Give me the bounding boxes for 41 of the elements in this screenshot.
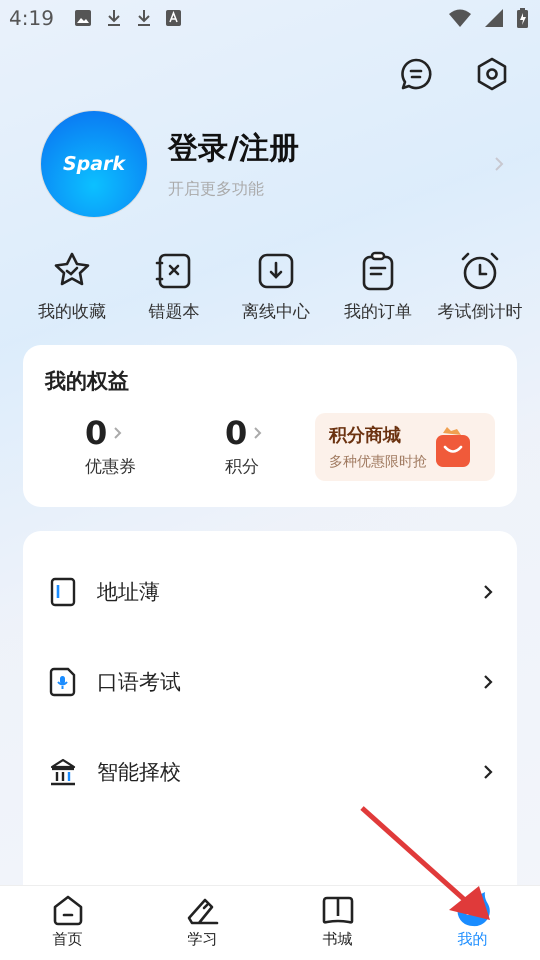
- bank-icon: [49, 757, 77, 787]
- menu-item[interactable]: 地址薄: [97, 578, 463, 606]
- benefits-title: 我的权益: [45, 368, 130, 395]
- message-icon[interactable]: [398, 56, 434, 92]
- stat-value[interactable]: 0: [85, 416, 108, 448]
- shortcut-label[interactable]: 我的订单: [344, 300, 412, 323]
- chevron-icon: [483, 674, 493, 690]
- stat-value[interactable]: 0: [225, 416, 248, 448]
- stat-label: 积分: [225, 456, 260, 478]
- menu-item[interactable]: 智能择校: [97, 758, 463, 786]
- menu-item[interactable]: 口语考试: [97, 668, 463, 696]
- wifi-icon: [449, 9, 471, 27]
- chevron-icon: [113, 426, 122, 440]
- shortcut-label[interactable]: 我的收藏: [38, 300, 106, 323]
- stat-label: 优惠券: [85, 456, 137, 478]
- chevron-icon: [494, 156, 504, 172]
- profile-subtitle: 开启更多功能: [168, 179, 265, 200]
- promo-subtitle: 多种优惠限时抢: [329, 453, 427, 471]
- microphone-file-icon: [49, 667, 77, 697]
- address-book-icon: [49, 577, 77, 607]
- status-time: 4:19: [9, 6, 54, 30]
- shortcut-label[interactable]: 考试倒计时: [438, 300, 522, 323]
- promo-title: 积分商城: [329, 424, 402, 447]
- nav-tab[interactable]: 首页: [0, 886, 135, 960]
- image-icon: [74, 9, 92, 27]
- font-icon: [166, 10, 181, 26]
- login-title[interactable]: 登录/注册: [168, 128, 494, 169]
- shortcut-label[interactable]: 错题本: [148, 300, 200, 323]
- signal-icon: [485, 9, 503, 27]
- battery-icon: [517, 8, 528, 28]
- shortcut-label[interactable]: 离线中心: [242, 300, 310, 323]
- nav-tab[interactable]: 书城: [270, 886, 405, 960]
- download-icon: [136, 9, 152, 27]
- points-mall-banner[interactable]: 积分商城 多种优惠限时抢: [315, 413, 495, 481]
- chevron-icon: [253, 426, 262, 440]
- chevron-icon: [483, 584, 493, 600]
- alarm-clock-icon[interactable]: [459, 250, 501, 292]
- nav-tab[interactable]: 学习: [135, 886, 270, 960]
- download-icon: [106, 9, 122, 27]
- chevron-icon: [483, 764, 493, 780]
- shopping-bag-icon: [433, 425, 473, 469]
